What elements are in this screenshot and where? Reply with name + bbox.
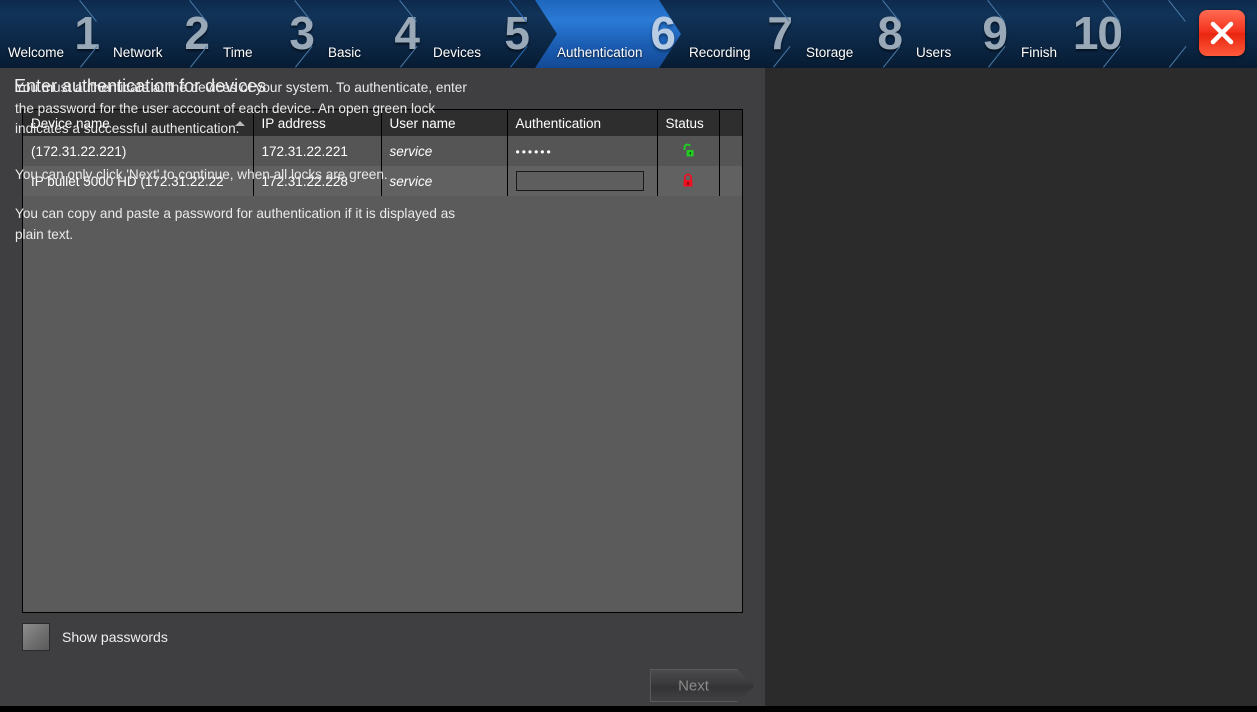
wizard-step-network[interactable]: 2 Network <box>105 0 215 68</box>
window-bottom-border <box>0 706 1257 712</box>
wizard-step-label: Basic <box>328 45 362 60</box>
header-trailing-chevron-icon <box>1169 0 1195 68</box>
wizard-step-devices[interactable]: 5 Devices <box>425 0 535 68</box>
wizard-step-number: 4 <box>394 7 420 60</box>
column-header-pad[interactable] <box>719 110 742 136</box>
column-header-label: Status <box>665 115 704 131</box>
wizard-step-users[interactable]: 9 Users <box>908 0 1013 68</box>
wizard-step-label: Authentication <box>557 45 643 60</box>
next-button[interactable]: Next <box>650 669 755 702</box>
wizard-step-number: 7 <box>767 7 793 60</box>
wizard-step-authentication[interactable]: 6 Authentication <box>535 0 681 68</box>
wizard-step-body: 6 Authentication <box>535 0 681 68</box>
wizard-step-body: 9 Users <box>908 0 1013 68</box>
cell-status <box>657 166 720 196</box>
wizard-step-label: Finish <box>1021 45 1058 60</box>
cell-authentication[interactable]: •••••• <box>507 136 658 166</box>
show-passwords-row[interactable]: Show passwords <box>22 623 168 651</box>
wizard-step-number: 2 <box>184 7 210 60</box>
wizard-step-basic[interactable]: 4 Basic <box>320 0 425 68</box>
cell-ip-address: 172.31.22.221 <box>253 136 382 166</box>
password-masked-value: •••••• <box>515 144 553 159</box>
wizard-step-body: 1 Welcome <box>0 0 105 68</box>
cell-spacer <box>719 136 742 166</box>
wizard-step-label: Users <box>916 45 952 60</box>
wizard-step-number: 5 <box>504 7 530 60</box>
wizard-step-number: 6 <box>650 7 675 60</box>
wizard-step-body: 8 Storage <box>798 0 908 68</box>
column-header-label: Authentication <box>515 115 602 131</box>
wizard-step-label: Recording <box>689 45 751 60</box>
help-paragraph-1: You must authenticate at the devices of … <box>15 80 467 136</box>
table-row[interactable]: (172.31.22.221) 172.31.22.221 service •••••… <box>23 136 742 166</box>
help-paragraph-3: You can copy and paste a password for au… <box>15 206 456 242</box>
wizard-step-number: 1 <box>74 7 100 60</box>
wizard-step-time[interactable]: 3 Time <box>215 0 320 68</box>
wizard-step-label: Welcome <box>8 45 65 60</box>
wizard-step-number: 9 <box>982 7 1008 60</box>
show-passwords-checkbox[interactable] <box>22 623 50 651</box>
wizard-step-label: Storage <box>806 45 854 60</box>
wizard-step-label: Devices <box>433 45 482 60</box>
wizard-step-storage[interactable]: 8 Storage <box>798 0 908 68</box>
wizard-step-header: 1 Welcome 2 Network 3 Time 4 Basic 5 Devices 6 Auth… <box>0 0 1257 68</box>
wizard-step-finish[interactable]: 10 Finish <box>1013 0 1128 68</box>
lock-red-icon <box>683 173 693 187</box>
wizard-step-recording[interactable]: 7 Recording <box>681 0 798 68</box>
wizard-window: 1 Welcome 2 Network 3 Time 4 Basic 5 Devices 6 Auth… <box>0 0 1257 712</box>
column-header-status[interactable]: Status <box>657 110 720 136</box>
wizard-step-number: 10 <box>1072 7 1123 60</box>
cell-status <box>657 136 720 166</box>
wizard-step-body: 2 Network <box>105 0 215 68</box>
close-x-icon <box>1210 21 1234 45</box>
wizard-step-label: Time <box>223 45 253 60</box>
wizard-step-body: 10 Finish <box>1013 0 1128 68</box>
cell-authentication[interactable] <box>507 166 658 196</box>
wizard-step-body: 7 Recording <box>681 0 798 68</box>
wizard-step-body: 3 Time <box>215 0 320 68</box>
cell-device-name: (172.31.22.221) <box>23 136 254 166</box>
show-passwords-label: Show passwords <box>62 629 168 645</box>
close-button[interactable] <box>1199 10 1245 56</box>
help-panel <box>765 68 1257 706</box>
wizard-step-number: 8 <box>877 7 903 60</box>
password-input[interactable] <box>515 171 644 191</box>
unlock-green-icon <box>683 143 694 157</box>
wizard-step-body: 4 Basic <box>320 0 425 68</box>
wizard-step-body: 5 Devices <box>425 0 535 68</box>
help-paragraph-2: You can only click 'Next' to continue, w… <box>15 167 388 182</box>
wizard-step-number: 3 <box>289 7 315 60</box>
cell-spacer <box>719 166 742 196</box>
wizard-step-welcome[interactable]: 1 Welcome <box>0 0 105 68</box>
column-header-authentication[interactable]: Authentication <box>507 110 658 136</box>
next-button-label: Next <box>678 677 709 694</box>
cell-user-name: service <box>381 136 508 166</box>
wizard-step-label: Network <box>113 45 163 60</box>
wizard-steps: 1 Welcome 2 Network 3 Time 4 Basic 5 Devices 6 Auth… <box>0 0 1200 68</box>
